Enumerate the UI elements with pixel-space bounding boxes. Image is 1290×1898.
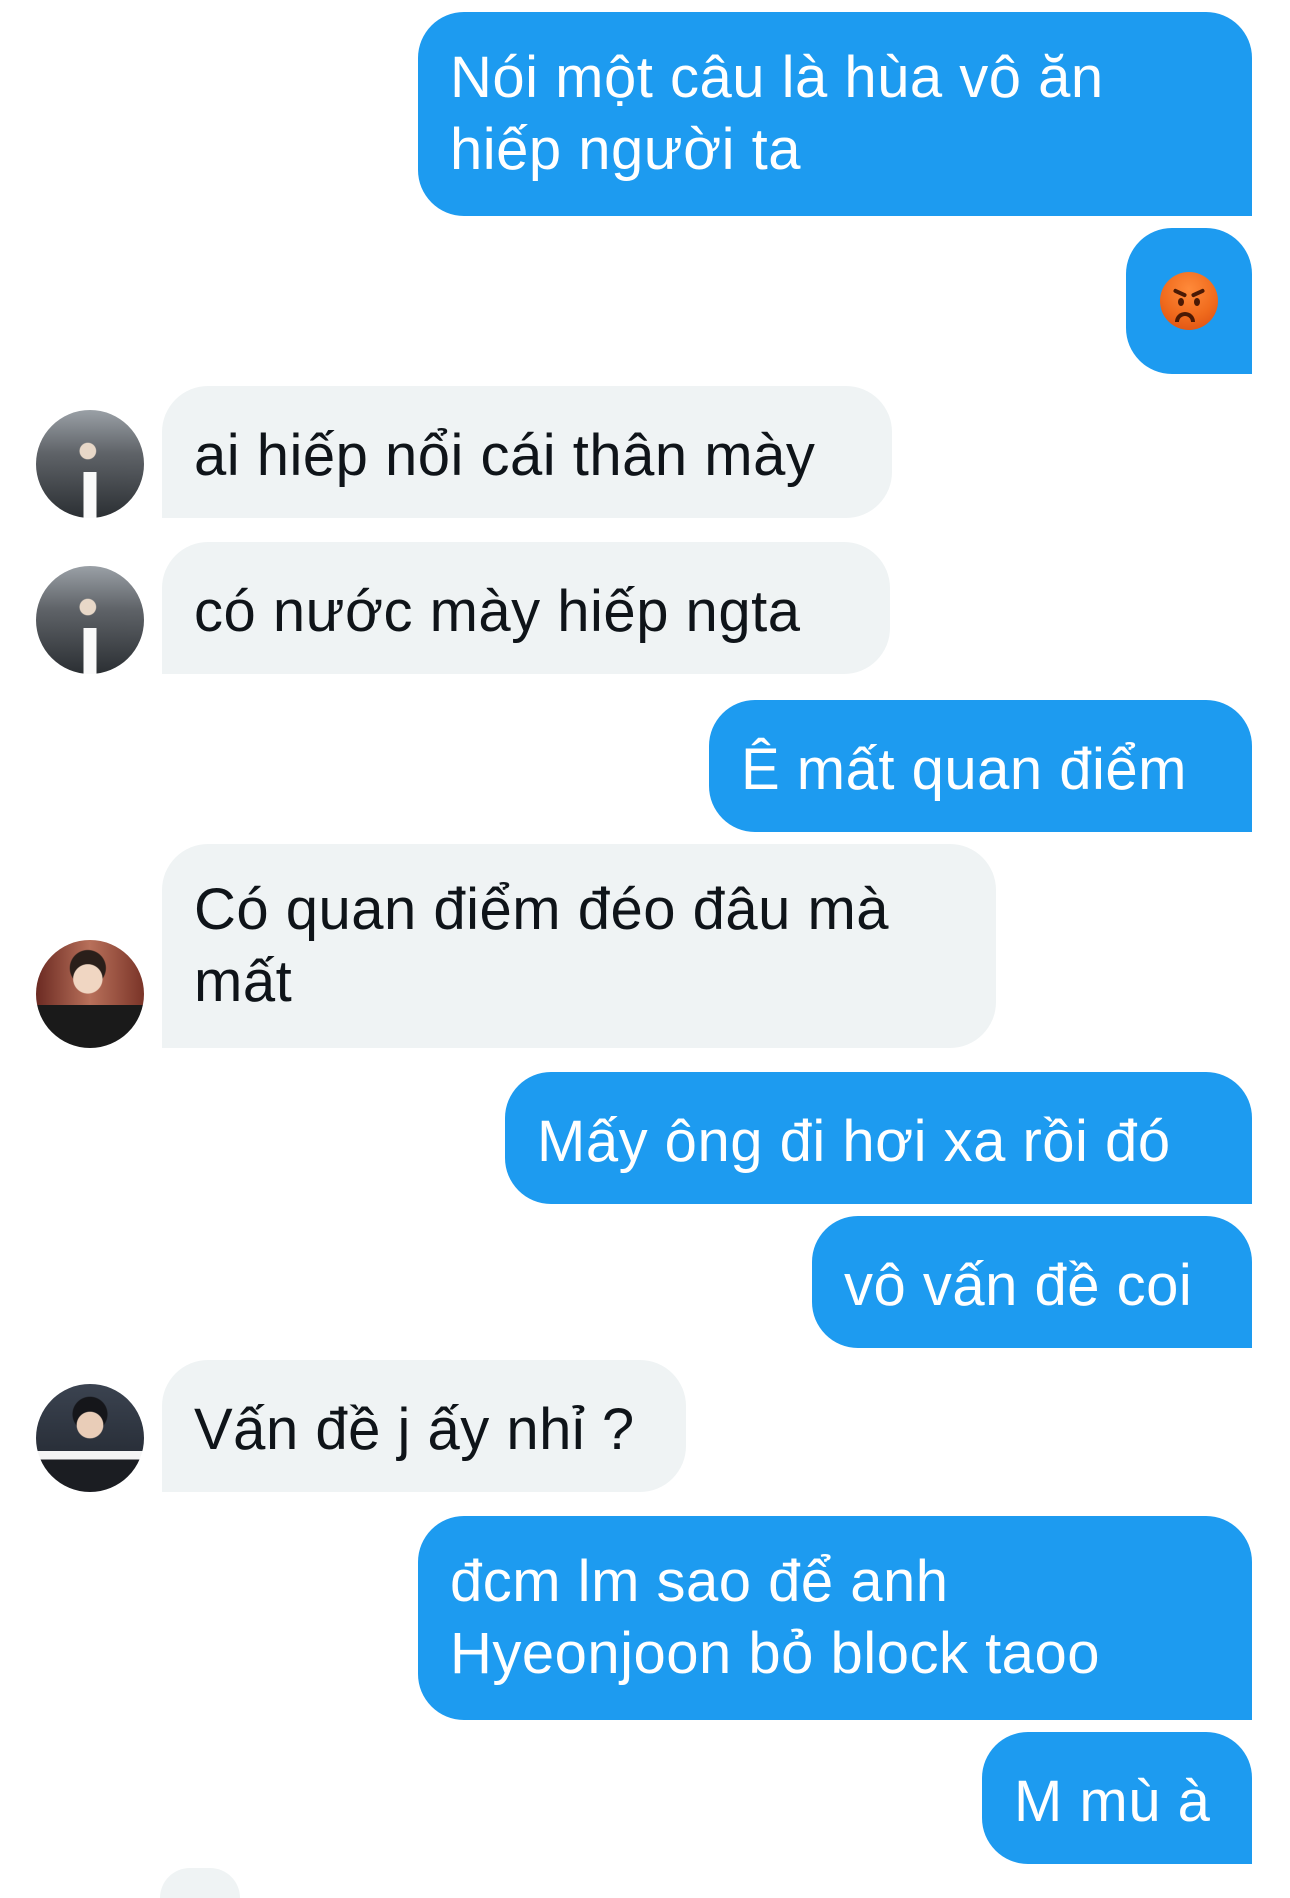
message-text: Ê mất quan điểm (741, 737, 1187, 802)
outgoing-message[interactable]: Ê mất quan điểm (709, 700, 1252, 832)
message-text: Vấn đề j ấy nhỉ ? (194, 1397, 635, 1462)
message-text: Mấy ông đi hơi xa rồi đó (537, 1109, 1171, 1174)
outgoing-message[interactable]: vô vấn đề coi (812, 1216, 1252, 1348)
message-line: Có quan điểm đéo đâu mà (194, 877, 890, 942)
message-line: đcm lm sao để anh (450, 1549, 949, 1614)
avatar[interactable] (36, 566, 144, 674)
incoming-message[interactable]: ai hiếp nổi cái thân mày (162, 386, 892, 518)
message-line: Nói một câu là hùa vô ăn (450, 45, 1104, 110)
outgoing-emoji-message[interactable] (1126, 228, 1252, 374)
incoming-message-partial (160, 1868, 240, 1898)
avatar[interactable] (36, 1384, 144, 1492)
outgoing-message[interactable]: Nói một câu là hùa vô ăn hiếp người ta (418, 12, 1252, 216)
outgoing-message[interactable]: Mấy ông đi hơi xa rồi đó (505, 1072, 1252, 1204)
incoming-message[interactable]: Có quan điểm đéo đâu mà mất (162, 844, 996, 1048)
message-line: hiếp người ta (450, 117, 802, 182)
message-text: vô vấn đề coi (844, 1253, 1193, 1318)
message-text: M mù à (1014, 1769, 1211, 1834)
angry-face-icon (1160, 272, 1218, 330)
incoming-message[interactable]: Vấn đề j ấy nhỉ ? (162, 1360, 686, 1492)
message-line: mất (194, 949, 293, 1014)
avatar[interactable] (36, 940, 144, 1048)
message-line: Hyeonjoon bỏ block taoo (450, 1621, 1100, 1686)
message-text: ai hiếp nổi cái thân mày (194, 423, 816, 488)
outgoing-message[interactable]: đcm lm sao để anh Hyeonjoon bỏ block tao… (418, 1516, 1252, 1720)
avatar[interactable] (36, 410, 144, 518)
outgoing-message[interactable]: M mù à (982, 1732, 1252, 1864)
message-text: có nước mày hiếp ngta (194, 579, 801, 644)
incoming-message[interactable]: có nước mày hiếp ngta (162, 542, 890, 674)
